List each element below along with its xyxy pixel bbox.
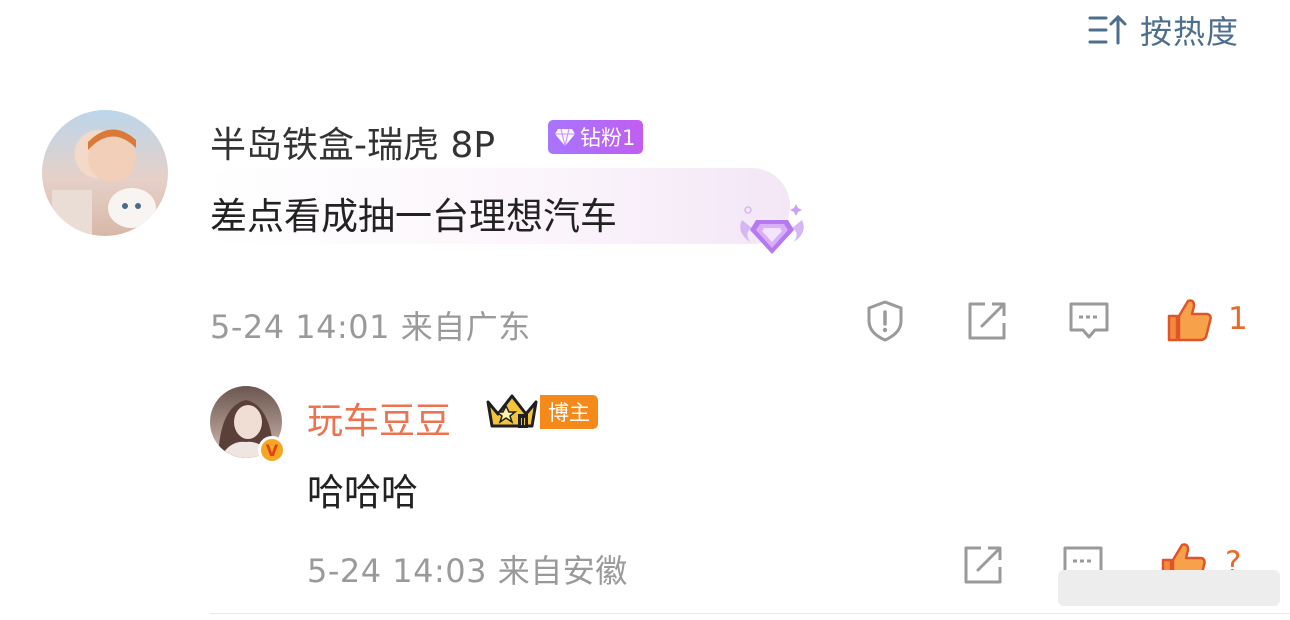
- avatar[interactable]: [42, 110, 168, 236]
- svg-text:II: II: [520, 417, 526, 428]
- reply-username[interactable]: 玩车豆豆: [307, 392, 451, 444]
- blogger-badge-label: 博主: [540, 395, 598, 429]
- verified-badge: V: [258, 436, 286, 464]
- share-icon[interactable]: [965, 299, 1009, 343]
- comment-timestamp-location: 5-24 14:01 来自广东: [210, 308, 531, 346]
- diamond-fan-badge[interactable]: 钻粉1: [548, 120, 644, 154]
- diamond-icon: [555, 128, 575, 147]
- crown-icon: II: [486, 394, 538, 428]
- reply-share-icon[interactable]: [961, 543, 1005, 587]
- like-count: 1: [1228, 301, 1248, 337]
- reply-timestamp-location: 5-24 14:03 来自安徽: [307, 552, 628, 590]
- blogger-badge[interactable]: II 博主: [484, 392, 598, 432]
- comment-text: 差点看成抽一台理想汽车: [210, 195, 617, 238]
- reply-text: 哈哈哈: [307, 471, 418, 514]
- thumbs-up-icon[interactable]: [1166, 297, 1214, 343]
- reply-icon[interactable]: [1067, 299, 1111, 343]
- winged-diamond-icon: [740, 204, 804, 254]
- divider: [210, 613, 1290, 614]
- sort-by-heat-button[interactable]: 按热度: [1088, 8, 1239, 52]
- sort-lines-icon: [1088, 14, 1127, 45]
- diamond-badge-label: 钻粉1: [580, 126, 636, 150]
- comment-username[interactable]: 半岛铁盒-瑞虎 8P: [210, 116, 495, 168]
- watermark-overlay: [1058, 570, 1280, 606]
- report-icon[interactable]: [863, 299, 907, 343]
- sort-label: 按热度: [1140, 13, 1240, 51]
